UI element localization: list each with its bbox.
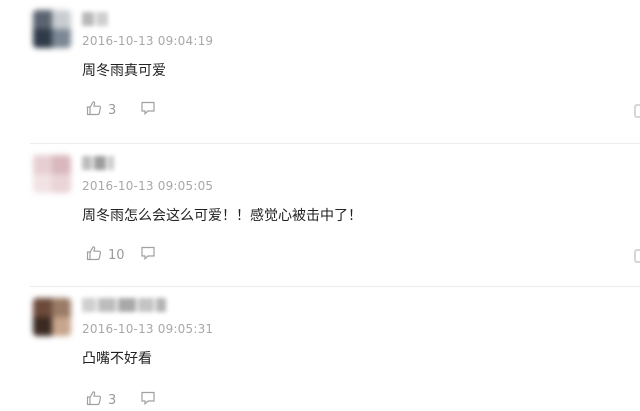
speech-bubble-icon [140,100,156,120]
like-button[interactable]: 3 [86,100,126,120]
speech-bubble-icon [140,245,156,265]
comment-timestamp: 2016-10-13 09:04:19 [82,34,214,48]
edge-marker [634,104,640,118]
comment-text: 周冬雨怎么会这么可爱！！感觉心被击中了！ [82,208,362,224]
thumbs-up-icon [86,100,102,120]
comment-timestamp: 2016-10-13 09:05:05 [82,179,214,193]
comment-actions: 3 [86,100,156,120]
reply-button[interactable] [140,390,156,410]
avatar[interactable] [33,10,71,48]
like-count: 3 [108,392,117,408]
reply-button[interactable] [140,245,156,265]
username[interactable] [82,156,114,170]
avatar[interactable] [33,155,71,193]
comment-list: 2016-10-13 09:04:19 周冬雨真可爱 3 2016-10-13 … [0,0,640,411]
like-button[interactable]: 10 [86,245,126,265]
username[interactable] [82,12,108,26]
like-count: 3 [108,102,117,118]
thumbs-up-icon [86,390,102,410]
divider [30,286,640,287]
like-count: 10 [108,247,125,263]
divider [30,143,640,144]
comment-actions: 3 [86,390,156,410]
avatar[interactable] [33,298,71,336]
like-button[interactable]: 3 [86,390,126,410]
comment-timestamp: 2016-10-13 09:05:31 [82,322,214,336]
reply-button[interactable] [140,100,156,120]
speech-bubble-icon [140,390,156,410]
comment-actions: 10 [86,245,156,265]
username[interactable] [82,298,166,312]
comment-text: 周冬雨真可爱 [82,63,166,79]
comment-text: 凸嘴不好看 [82,351,152,367]
edge-marker [634,249,640,263]
thumbs-up-icon [86,245,102,265]
